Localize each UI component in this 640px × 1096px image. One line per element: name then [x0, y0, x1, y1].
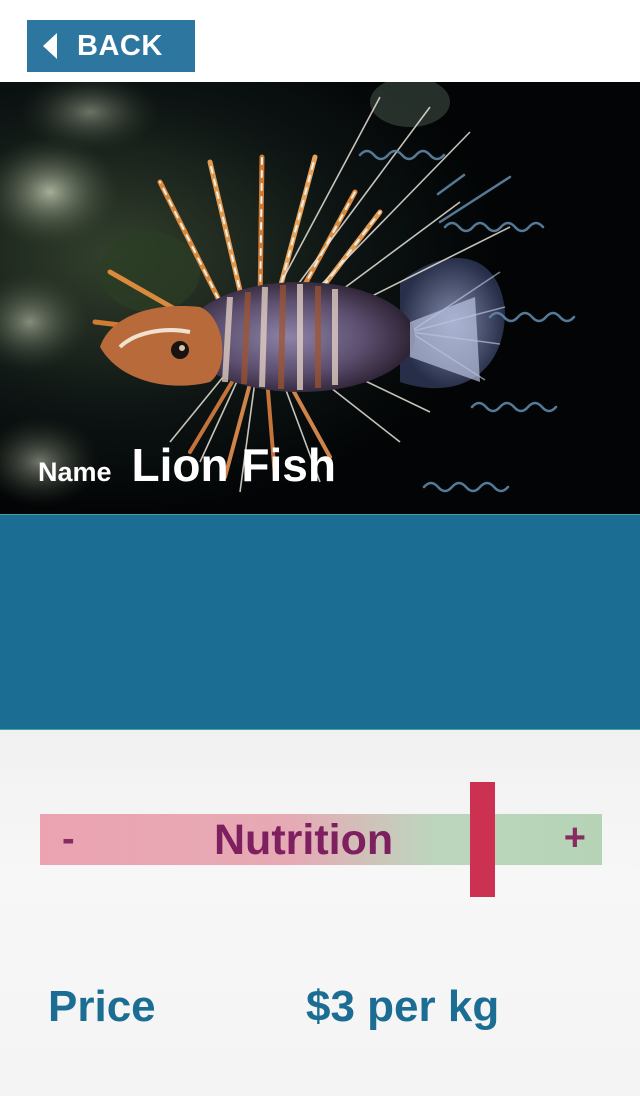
price-label: Price: [48, 982, 156, 1031]
back-button[interactable]: BACK: [27, 20, 195, 72]
nutrition-increase[interactable]: +: [564, 817, 586, 860]
nutrition-label: Nutrition: [214, 816, 394, 864]
nutrition-slider-handle[interactable]: [470, 782, 495, 897]
top-bar: BACK: [0, 0, 640, 82]
nutrition-decrease[interactable]: -: [62, 818, 75, 861]
name-label: Name: [38, 457, 112, 487]
fish-name: Lion Fish: [131, 439, 336, 491]
fish-name-row: Name Lion Fish: [38, 438, 336, 492]
info-panel: [0, 514, 640, 730]
nutrition-slider[interactable]: - Nutrition +: [40, 814, 602, 865]
back-arrow-icon: [43, 33, 57, 59]
back-button-label: BACK: [77, 29, 163, 62]
price-row: Price $3 per kg: [48, 982, 608, 1042]
price-value: $3 per kg: [306, 982, 500, 1031]
